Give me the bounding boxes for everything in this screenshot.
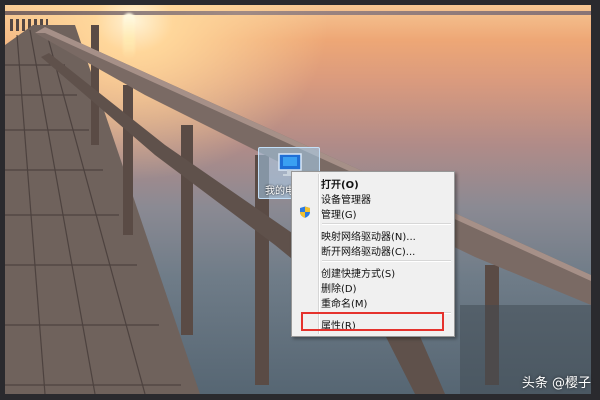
menu-separator bbox=[322, 260, 451, 262]
menu-item-create-shortcut[interactable]: 创建快捷方式(S) bbox=[294, 264, 450, 280]
menu-item-device-manager[interactable]: 设备管理器 bbox=[294, 190, 450, 206]
menu-item-label: 打开(O) bbox=[321, 180, 359, 191]
menu-item-label: 重命名(M) bbox=[321, 299, 368, 310]
menu-item-open[interactable]: 打开(O) bbox=[294, 175, 450, 191]
menu-item-label: 管理(G) bbox=[321, 210, 357, 221]
menu-item-disconnect-network-drive[interactable]: 断开网络驱动器(C)... bbox=[294, 242, 450, 258]
menu-item-map-network-drive[interactable]: 映射网络驱动器(N)... bbox=[294, 227, 450, 243]
menu-separator bbox=[322, 223, 451, 225]
menu-item-label: 删除(D) bbox=[321, 284, 357, 295]
properties-highlight-box bbox=[301, 312, 444, 331]
menu-item-manage[interactable]: 管理(G) bbox=[294, 205, 450, 221]
menu-item-label: 断开网络驱动器(C)... bbox=[321, 247, 416, 258]
menu-item-rename[interactable]: 重命名(M) bbox=[294, 294, 450, 310]
menu-item-label: 创建快捷方式(S) bbox=[321, 269, 396, 280]
menu-item-label: 设备管理器 bbox=[321, 195, 371, 206]
watermark: 头条 @樱子 bbox=[521, 376, 591, 391]
menu-item-delete[interactable]: 删除(D) bbox=[294, 279, 450, 295]
uac-shield-icon bbox=[300, 206, 310, 218]
menu-item-label: 映射网络驱动器(N)... bbox=[321, 232, 416, 243]
